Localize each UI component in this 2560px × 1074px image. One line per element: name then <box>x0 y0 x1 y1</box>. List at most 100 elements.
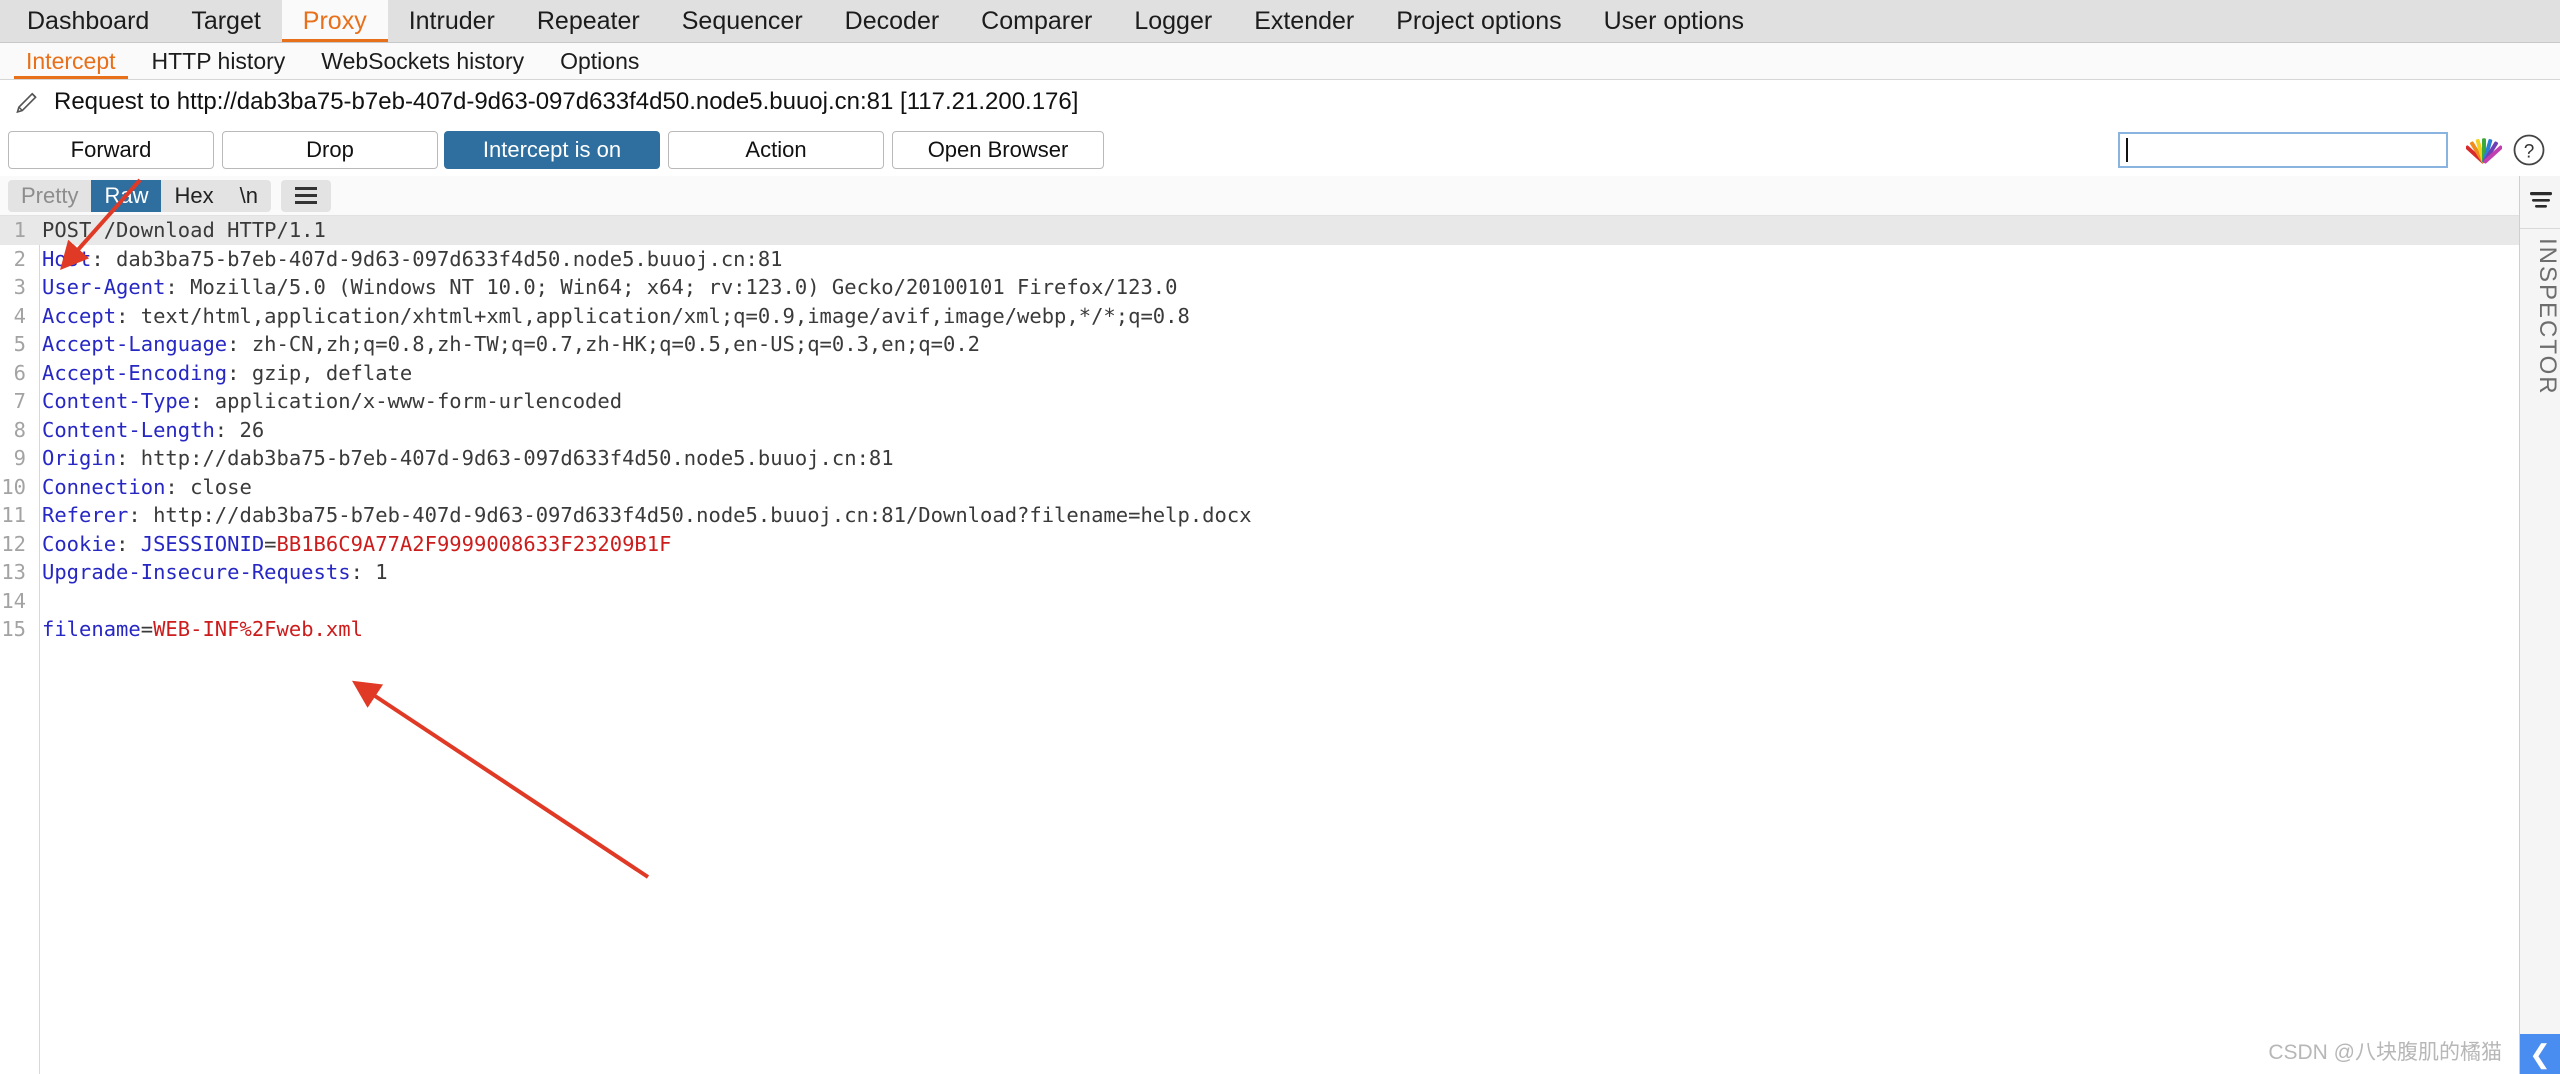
line-segment: Accept-Encoding <box>42 360 228 385</box>
main-tab-decoder[interactable]: Decoder <box>824 0 961 42</box>
line-segment: JSESSIONID <box>140 531 265 556</box>
line-number: 14 <box>1 588 26 613</box>
main-tab-dashboard[interactable]: Dashboard <box>6 0 170 42</box>
forward-button[interactable]: Forward <box>8 131 214 169</box>
search-input[interactable] <box>2127 134 2446 166</box>
code-line[interactable]: 13 Upgrade-Insecure-Requests: 1 <box>0 558 2519 587</box>
open-browser-button[interactable]: Open Browser <box>892 131 1104 169</box>
code-line[interactable]: 4 Accept: text/html,application/xhtml+xml… <box>0 302 2519 331</box>
tab-raw[interactable]: Raw <box>91 179 162 212</box>
main-tab-comparer[interactable]: Comparer <box>960 0 1113 42</box>
line-segment: : close <box>165 474 252 499</box>
line-number: 10 <box>1 474 26 499</box>
view-mode-group: Pretty Raw Hex \n <box>8 179 271 212</box>
line-segment: : text/html,application/xhtml+xml,applic… <box>116 303 1190 328</box>
sub-tab-http-history[interactable]: HTTP history <box>134 43 304 79</box>
line-segment: Referer <box>42 503 129 527</box>
line-segment: Cookie <box>42 531 117 556</box>
burp-suite-window: Dashboard Target Proxy Intruder Repeater Sequ… <box>0 0 2560 1074</box>
line-segment: filename <box>42 617 141 641</box>
sub-tab-intercept[interactable]: Intercept <box>8 43 134 79</box>
line-number: 3 <box>13 275 26 299</box>
line-segment: : http://dab3ba75-b7eb-407d-9d63-097d633… <box>116 446 894 470</box>
proxy-sub-tab-bar: Intercept HTTP history WebSockets history O… <box>0 43 2560 80</box>
tab-hex[interactable]: Hex <box>161 180 226 212</box>
code-line[interactable]: 10 Connection: close <box>0 473 2519 502</box>
line-text: Accept-Encoding: gzip, deflate <box>32 359 412 388</box>
line-number: 5 <box>13 332 26 356</box>
code-line[interactable]: 15 filename=WEB-INF%2Fweb.xml <box>0 615 2519 644</box>
request-title-row: Request to http://dab3ba75-b7eb-407d-9d6… <box>0 80 2560 124</box>
line-number: 13 <box>1 560 26 584</box>
line-segment: Accept-Language <box>42 332 228 356</box>
editor-menu-group <box>280 179 331 212</box>
inspector-panel-rail[interactable]: INSPECTOR <box>2519 176 2560 1074</box>
code-line[interactable]: 8 Content-Length: 26 <box>0 416 2519 445</box>
line-number: 9 <box>13 446 26 470</box>
intercept-action-bar: Forward Drop Intercept is on Action Open… <box>0 124 2560 176</box>
help-icon[interactable]: ? <box>2512 133 2546 167</box>
line-text: POST /Download HTTP/1.1 <box>32 216 326 245</box>
main-tab-intruder[interactable]: Intruder <box>388 0 516 42</box>
request-raw-text[interactable]: 1 POST /Download HTTP/1.1 2 Host: dab3ba75-… <box>0 216 2519 644</box>
line-text: User-Agent: Mozilla/5.0 (Windows NT 10.0… <box>32 273 1177 302</box>
request-editor[interactable]: 1 POST /Download HTTP/1.1 2 Host: dab3ba75-… <box>0 216 2519 1074</box>
drop-button[interactable]: Drop <box>222 131 438 169</box>
line-number: 8 <box>13 417 26 442</box>
line-segment: WEB-INF%2Fweb.xml <box>153 617 363 641</box>
line-segment: : gzip, deflate <box>227 360 413 385</box>
line-number: 1 <box>13 218 26 242</box>
line-segment: : dab3ba75-b7eb-407d-9d63-097d633f4d50.n… <box>91 246 783 271</box>
rail-divider <box>2520 228 2560 229</box>
action-button[interactable]: Action <box>668 131 884 169</box>
line-number: 4 <box>13 303 26 328</box>
code-line[interactable]: 6 Accept-Encoding: gzip, deflate <box>0 359 2519 388</box>
line-number: 2 <box>13 246 26 271</box>
line-segment: : http://dab3ba75-b7eb-407d-9d63-097d633… <box>128 503 1252 527</box>
code-line[interactable]: 5 Accept-Language: zh-CN,zh;q=0.8,zh-TW;q… <box>0 330 2519 359</box>
line-text: Accept: text/html,application/xhtml+xml,… <box>32 302 1190 331</box>
line-text: Content-Type: application/x-www-form-url… <box>32 387 622 416</box>
line-number: 12 <box>1 531 26 556</box>
pencil-icon <box>16 92 37 114</box>
main-tab-project-options[interactable]: Project options <box>1375 0 1582 42</box>
line-text: Connection: close <box>32 473 252 502</box>
main-tab-sequencer[interactable]: Sequencer <box>661 0 824 42</box>
line-segment: Origin <box>42 446 117 470</box>
line-segment: : <box>116 531 141 556</box>
line-number: 7 <box>13 389 26 413</box>
collapse-chevron-button[interactable]: ❮ <box>2520 1034 2560 1074</box>
layers-icon[interactable] <box>2527 188 2555 214</box>
tab-newline[interactable]: \n <box>227 180 271 212</box>
main-tab-repeater[interactable]: Repeater <box>516 0 661 42</box>
hamburger-menu-icon[interactable] <box>281 180 331 212</box>
search-box[interactable] <box>2118 132 2448 168</box>
code-line[interactable]: 1 POST /Download HTTP/1.1 <box>0 216 2519 245</box>
message-editor-toolbar: Pretty Raw Hex \n <box>0 176 2519 216</box>
line-segment: Upgrade-Insecure-Requests <box>42 560 351 584</box>
code-line[interactable]: 14 <box>0 587 2519 616</box>
code-line[interactable]: 3 User-Agent: Mozilla/5.0 (Windows NT 10.… <box>0 273 2519 302</box>
main-tab-user-options[interactable]: User options <box>1583 0 1765 42</box>
main-tab-extender[interactable]: Extender <box>1233 0 1375 42</box>
sub-tab-options[interactable]: Options <box>542 43 657 79</box>
code-line[interactable]: 12 Cookie: JSESSIONID=BB1B6C9A77A2F999900… <box>0 530 2519 559</box>
line-text: Referer: http://dab3ba75-b7eb-407d-9d63-… <box>32 501 1252 530</box>
intercept-toggle-button[interactable]: Intercept is on <box>444 131 660 169</box>
rainbow-fan-icon[interactable] <box>2466 134 2502 166</box>
main-tab-proxy[interactable]: Proxy <box>281 0 388 42</box>
line-segment: : zh-CN,zh;q=0.8,zh-TW;q=0.7,zh-HK;q=0.5… <box>227 332 981 356</box>
line-segment: = <box>140 617 154 641</box>
code-line[interactable]: 11 Referer: http://dab3ba75-b7eb-407d-9d6… <box>0 501 2519 530</box>
code-line[interactable]: 9 Origin: http://dab3ba75-b7eb-407d-9d63-… <box>0 444 2519 473</box>
tab-pretty[interactable]: Pretty <box>8 180 91 212</box>
sub-tab-websockets-history[interactable]: WebSockets history <box>303 43 542 79</box>
line-segment: : 1 <box>350 560 388 584</box>
main-tab-target[interactable]: Target <box>170 0 281 42</box>
main-tab-logger[interactable]: Logger <box>1113 0 1233 42</box>
code-line[interactable]: 7 Content-Type: application/x-www-form-ur… <box>0 387 2519 416</box>
line-segment: Accept <box>42 303 117 328</box>
line-text: filename=WEB-INF%2Fweb.xml <box>32 615 363 644</box>
inspector-label[interactable]: INSPECTOR <box>2520 238 2560 396</box>
code-line[interactable]: 2 Host: dab3ba75-b7eb-407d-9d63-097d633f4… <box>0 245 2519 274</box>
